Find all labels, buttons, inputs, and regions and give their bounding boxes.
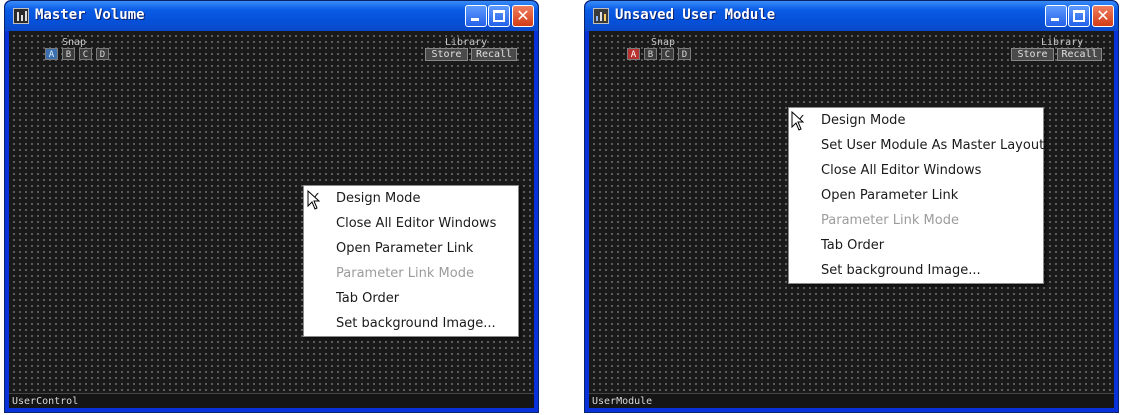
menu-item-label: Design Mode [821,113,906,128]
title-bar[interactable]: Master Volume ✕ [5,1,538,31]
menu-item-set-background-image[interactable]: Set background Image... [789,258,1043,283]
library-recall-button[interactable]: Recall [1057,48,1102,61]
design-canvas[interactable]: Snap A B C D Library Store Recall ✓ Desi… [589,31,1114,408]
snap-button-b[interactable]: B [62,48,75,60]
menu-item-design-mode[interactable]: ✓ Design Mode [304,186,518,211]
maximize-button[interactable] [488,5,510,27]
menu-item-parameter-link-mode: Parameter Link Mode [304,261,518,286]
snap-button-c[interactable]: C [79,48,92,60]
menu-item-open-parameter-link[interactable]: Open Parameter Link [304,236,518,261]
menu-item-label: Set background Image... [336,316,496,331]
menu-item-label: Parameter Link Mode [821,213,959,228]
menu-item-parameter-link-mode: Parameter Link Mode [789,208,1043,233]
menu-item-label: Design Mode [336,191,421,206]
context-menu: ✓ Design Mode Close All Editor Windows O… [303,185,519,337]
menu-item-label: Close All Editor Windows [336,216,497,231]
design-canvas[interactable]: Snap A B C D Library Store Recall ✓ Desi… [9,31,534,408]
menu-item-label: Parameter Link Mode [336,266,474,281]
library-store-button[interactable]: Store [425,48,468,61]
snap-button-a[interactable]: A [45,48,58,60]
menu-item-label: Set User Module As Master Layout [821,138,1045,153]
menu-item-label: Tab Order [336,291,400,306]
maximize-icon [493,10,505,22]
window-title: Unsaved User Module [615,7,776,23]
maximize-icon [1073,10,1085,22]
title-bar[interactable]: Unsaved User Module ✕ [585,1,1118,31]
mouse-pointer-icon [307,190,321,210]
module-app-icon [593,8,609,24]
master-volume-window: Master Volume ✕ Snap A B C D Library Sto… [4,0,539,413]
unsaved-user-module-window: Unsaved User Module ✕ Snap A B C D Libra… [584,0,1119,413]
close-button[interactable]: ✕ [1092,5,1114,27]
menu-item-label: Set background Image... [821,263,981,278]
minimize-button[interactable] [465,5,487,27]
snap-button-c[interactable]: C [661,48,674,60]
menu-item-close-all-editor-windows[interactable]: Close All Editor Windows [789,158,1043,183]
window-title: Master Volume [35,7,145,23]
close-icon: ✕ [516,6,530,25]
menu-item-set-background-image[interactable]: Set background Image... [304,311,518,336]
snap-button-d[interactable]: D [678,48,691,60]
library-store-button[interactable]: Store [1011,48,1054,61]
fader-app-icon [13,8,29,24]
snap-label: Snap [651,37,676,48]
menu-item-close-all-editor-windows[interactable]: Close All Editor Windows [304,211,518,236]
menu-item-label: Open Parameter Link [821,188,959,203]
menu-item-label: Open Parameter Link [336,241,474,256]
menu-item-open-parameter-link[interactable]: Open Parameter Link [789,183,1043,208]
snap-button-d[interactable]: D [96,48,109,60]
maximize-button[interactable] [1068,5,1090,27]
snap-button-b[interactable]: B [644,48,657,60]
menu-item-tab-order[interactable]: Tab Order [304,286,518,311]
context-menu: ✓ Design Mode Set User Module As Master … [788,107,1044,284]
minimize-button[interactable] [1045,5,1067,27]
mouse-pointer-icon [791,111,805,131]
snap-button-a[interactable]: A [627,48,640,60]
library-recall-button[interactable]: Recall [471,48,517,61]
menu-item-tab-order[interactable]: Tab Order [789,233,1043,258]
menu-item-design-mode[interactable]: ✓ Design Mode [789,108,1043,133]
menu-item-set-user-module-as-master-layout[interactable]: Set User Module As Master Layout [789,133,1045,158]
minimize-icon [471,18,479,21]
close-icon: ✕ [1096,6,1110,25]
library-label: Library [445,37,488,48]
status-bar: UserControl [9,393,534,408]
status-bar: UserModule [589,393,1114,408]
menu-item-label: Close All Editor Windows [821,163,982,178]
library-label: Library [1041,37,1084,48]
minimize-icon [1051,18,1059,21]
snap-label: Snap [62,37,87,48]
close-button[interactable]: ✕ [512,5,534,27]
menu-item-label: Tab Order [821,238,885,253]
